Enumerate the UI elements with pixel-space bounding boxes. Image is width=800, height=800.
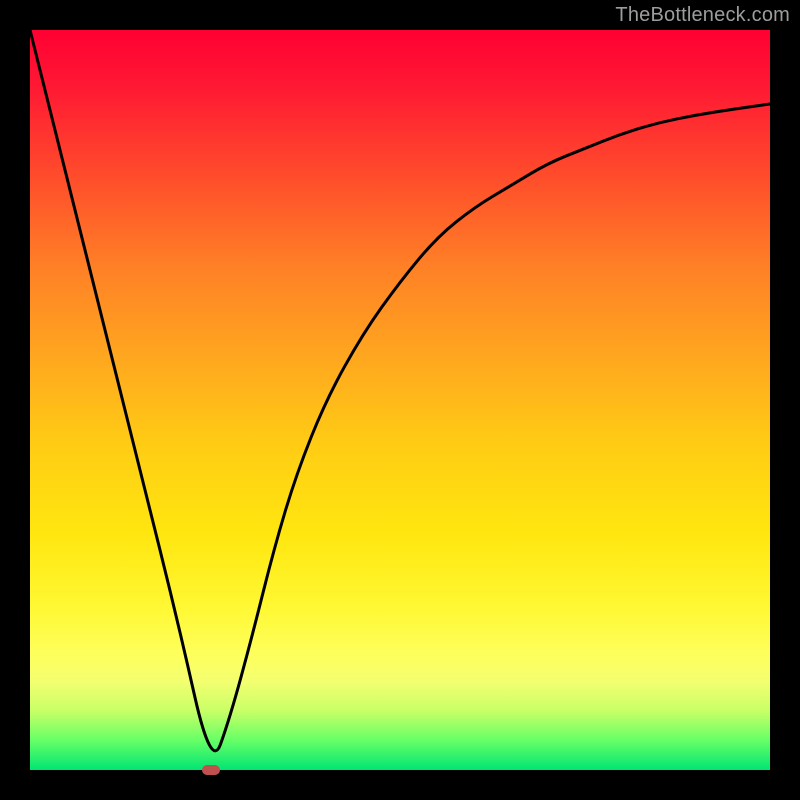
plot-area <box>30 30 770 770</box>
minimum-marker <box>202 765 220 775</box>
bottleneck-curve <box>30 30 770 770</box>
watermark: TheBottleneck.com <box>615 4 790 27</box>
chart-frame: TheBottleneck.com <box>0 0 800 800</box>
